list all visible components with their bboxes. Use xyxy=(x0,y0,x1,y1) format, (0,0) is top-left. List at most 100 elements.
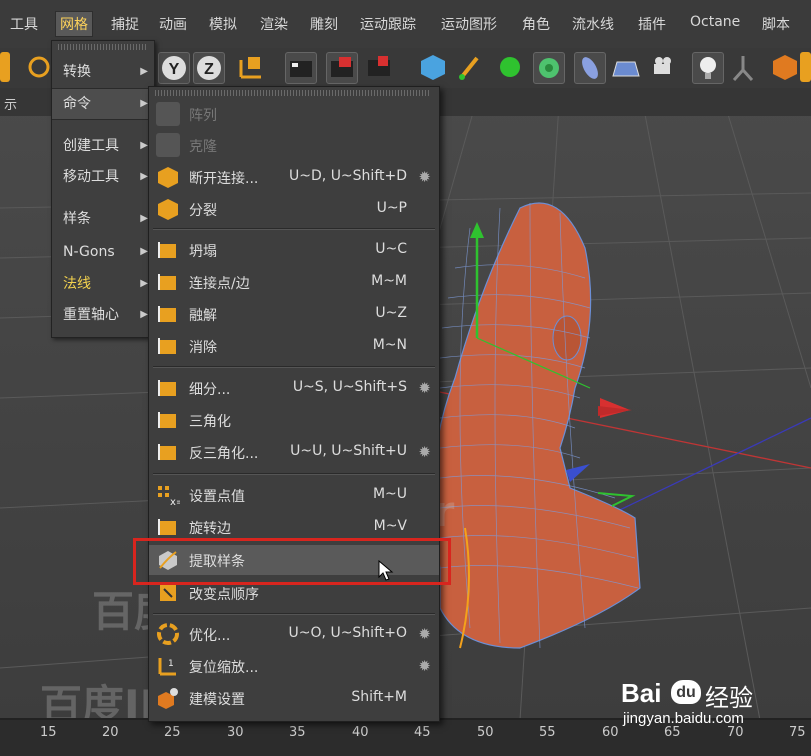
submenu-item-reset-axis[interactable]: 重置轴心 ▶ xyxy=(52,300,154,330)
commands-menu: 阵列 克隆 断开连接... U~D, U~Shift+D ✹ 分裂 U~P 坍塌… xyxy=(148,86,440,722)
submenu-item-convert[interactable]: 转换 ▶ xyxy=(52,57,154,87)
menu-item-shortcut: U~O, U~Shift+O xyxy=(288,625,407,641)
tick-label: 30 xyxy=(227,725,244,740)
menu-item-label: 三角化 xyxy=(189,414,231,430)
gear-icon[interactable]: ✹ xyxy=(418,625,431,643)
dissolve-icon xyxy=(156,334,180,358)
disconnect-icon xyxy=(156,165,180,189)
y-axis-icon[interactable]: Y xyxy=(158,52,190,84)
menu-item-shortcut: U~Z xyxy=(375,305,407,321)
menu-item-disconnect[interactable]: 断开连接... U~D, U~Shift+D ✹ xyxy=(149,162,439,192)
more-tools-icon[interactable] xyxy=(800,52,811,82)
camera-icon[interactable] xyxy=(650,52,680,82)
deformer-icon[interactable] xyxy=(574,52,606,84)
connect-icon xyxy=(156,270,180,294)
menu-octane[interactable]: Octane xyxy=(690,14,740,30)
menu-render[interactable]: 渲染 xyxy=(260,14,288,34)
tick-label: 35 xyxy=(289,725,306,740)
menu-grip[interactable] xyxy=(58,44,148,50)
menu-script[interactable]: 脚本 xyxy=(762,14,790,34)
menu-item-triangulate[interactable]: 三角化 xyxy=(149,405,439,435)
modeling-settings-icon xyxy=(156,686,180,710)
menu-item-label: 旋转边 xyxy=(189,521,231,537)
menu-motion-tracking[interactable]: 运动跟踪 xyxy=(360,14,416,34)
submenu-arrow-icon: ▶ xyxy=(140,246,148,257)
viewport-label[interactable]: 示 xyxy=(4,94,17,113)
mesh-submenu: 转换 ▶ 命令 ▶ 创建工具 ▶ 移动工具 ▶ 样条 ▶ N-Gons ▶ 法线 ▶ 重置轴心… xyxy=(51,40,155,338)
menu-snap[interactable]: 捕捉 xyxy=(111,14,139,34)
floor-icon[interactable] xyxy=(611,52,641,82)
submenu-item-create-tools[interactable]: 创建工具 ▶ xyxy=(52,131,154,161)
gear-icon[interactable]: ✹ xyxy=(418,657,431,675)
menu-separator xyxy=(153,613,435,615)
menu-item-shortcut: U~P xyxy=(376,200,407,216)
menu-item-label: 分裂 xyxy=(189,203,217,219)
menu-mesh[interactable]: 网格 xyxy=(55,11,93,37)
menu-item-label: 设置点值 xyxy=(189,489,245,505)
menu-item-optimize[interactable]: 优化... U~O, U~Shift+O ✹ xyxy=(149,619,439,649)
menu-tools[interactable]: 工具 xyxy=(10,14,38,34)
gear-icon[interactable]: ✹ xyxy=(418,168,431,186)
tick-label: 25 xyxy=(164,725,181,740)
menu-item-set-point-value[interactable]: x= 设置点值 M~U xyxy=(149,480,439,510)
menu-simulate[interactable]: 模拟 xyxy=(209,14,237,34)
menu-item-melt[interactable]: 融解 U~Z xyxy=(149,299,439,329)
menu-item-collapse[interactable]: 坍塌 U~C xyxy=(149,235,439,265)
menu-item-untriangulate[interactable]: 反三角化... U~U, U~Shift+U ✹ xyxy=(149,437,439,467)
tool-icon[interactable] xyxy=(0,52,10,82)
submenu-item-label: 创建工具 xyxy=(63,138,119,154)
render-picture-icon[interactable] xyxy=(326,52,358,84)
svg-text:1: 1 xyxy=(168,659,174,669)
light-icon[interactable] xyxy=(692,52,724,84)
submenu-item-normals[interactable]: 法线 ▶ xyxy=(52,269,154,299)
menu-grip[interactable] xyxy=(155,90,431,96)
submenu-arrow-icon: ▶ xyxy=(140,140,148,151)
z-axis-icon[interactable]: Z xyxy=(193,52,225,84)
menu-item-shortcut: U~U, U~Shift+U xyxy=(290,443,407,459)
character-icon[interactable] xyxy=(728,52,758,82)
submenu-item-spline[interactable]: 样条 ▶ xyxy=(52,204,154,234)
menu-item-dissolve[interactable]: 消除 M~N xyxy=(149,331,439,361)
menu-separator xyxy=(153,473,435,475)
submenu-item-label: 转换 xyxy=(63,64,91,80)
tick-label: 75 xyxy=(789,725,806,740)
menu-item-label: 建模设置 xyxy=(189,692,245,708)
menu-animate[interactable]: 动画 xyxy=(159,14,187,34)
submenu-item-ngons[interactable]: N-Gons ▶ xyxy=(52,237,154,267)
render-settings-icon[interactable] xyxy=(364,52,394,82)
pen-icon[interactable] xyxy=(455,52,485,82)
menu-character[interactable]: 角色 xyxy=(522,14,550,34)
menu-item-connect-points-edges[interactable]: 连接点/边 M~M xyxy=(149,267,439,297)
menu-item-label: 优化... xyxy=(189,628,231,644)
menu-mograph[interactable]: 运动图形 xyxy=(441,14,497,34)
menu-item-label: 复位缩放... xyxy=(189,660,259,676)
svg-text:Z: Z xyxy=(204,61,214,78)
coordinate-icon[interactable] xyxy=(236,52,266,82)
tick-label: 45 xyxy=(414,725,431,740)
menu-sculpt[interactable]: 雕刻 xyxy=(310,14,338,34)
menu-item-shortcut: U~D, U~Shift+D xyxy=(289,168,407,184)
menu-item-array[interactable]: 阵列 xyxy=(149,99,439,129)
menu-item-reset-scale[interactable]: 1 复位缩放... ✹ xyxy=(149,651,439,681)
cube-icon[interactable] xyxy=(418,52,448,82)
subdivision-icon[interactable] xyxy=(495,52,525,82)
menu-separator xyxy=(153,366,435,368)
submenu-item-move-tools[interactable]: 移动工具 ▶ xyxy=(52,162,154,192)
menu-item-subdivide[interactable]: 细分... U~S, U~Shift+S ✹ xyxy=(149,373,439,403)
menu-pipeline[interactable]: 流水线 xyxy=(572,14,614,34)
menu-item-clone[interactable]: 克隆 xyxy=(149,130,439,160)
gear-icon[interactable]: ✹ xyxy=(418,443,431,461)
tick-label: 40 xyxy=(352,725,369,740)
tag-icon[interactable] xyxy=(770,52,800,82)
menu-item-split[interactable]: 分裂 U~P xyxy=(149,194,439,224)
render-view-icon[interactable] xyxy=(285,52,317,84)
gear-icon[interactable]: ✹ xyxy=(418,379,431,397)
tick-label: 70 xyxy=(727,725,744,740)
submenu-item-label: N-Gons xyxy=(63,244,115,260)
menu-item-modeling-settings[interactable]: 建模设置 Shift+M xyxy=(149,683,439,713)
menu-plugins[interactable]: 插件 xyxy=(638,14,666,34)
rotate-icon[interactable] xyxy=(24,52,54,82)
submenu-item-commands[interactable]: 命令 ▶ xyxy=(52,88,154,120)
cloner-icon[interactable] xyxy=(533,52,565,84)
menu-item-shortcut: M~U xyxy=(372,486,407,502)
